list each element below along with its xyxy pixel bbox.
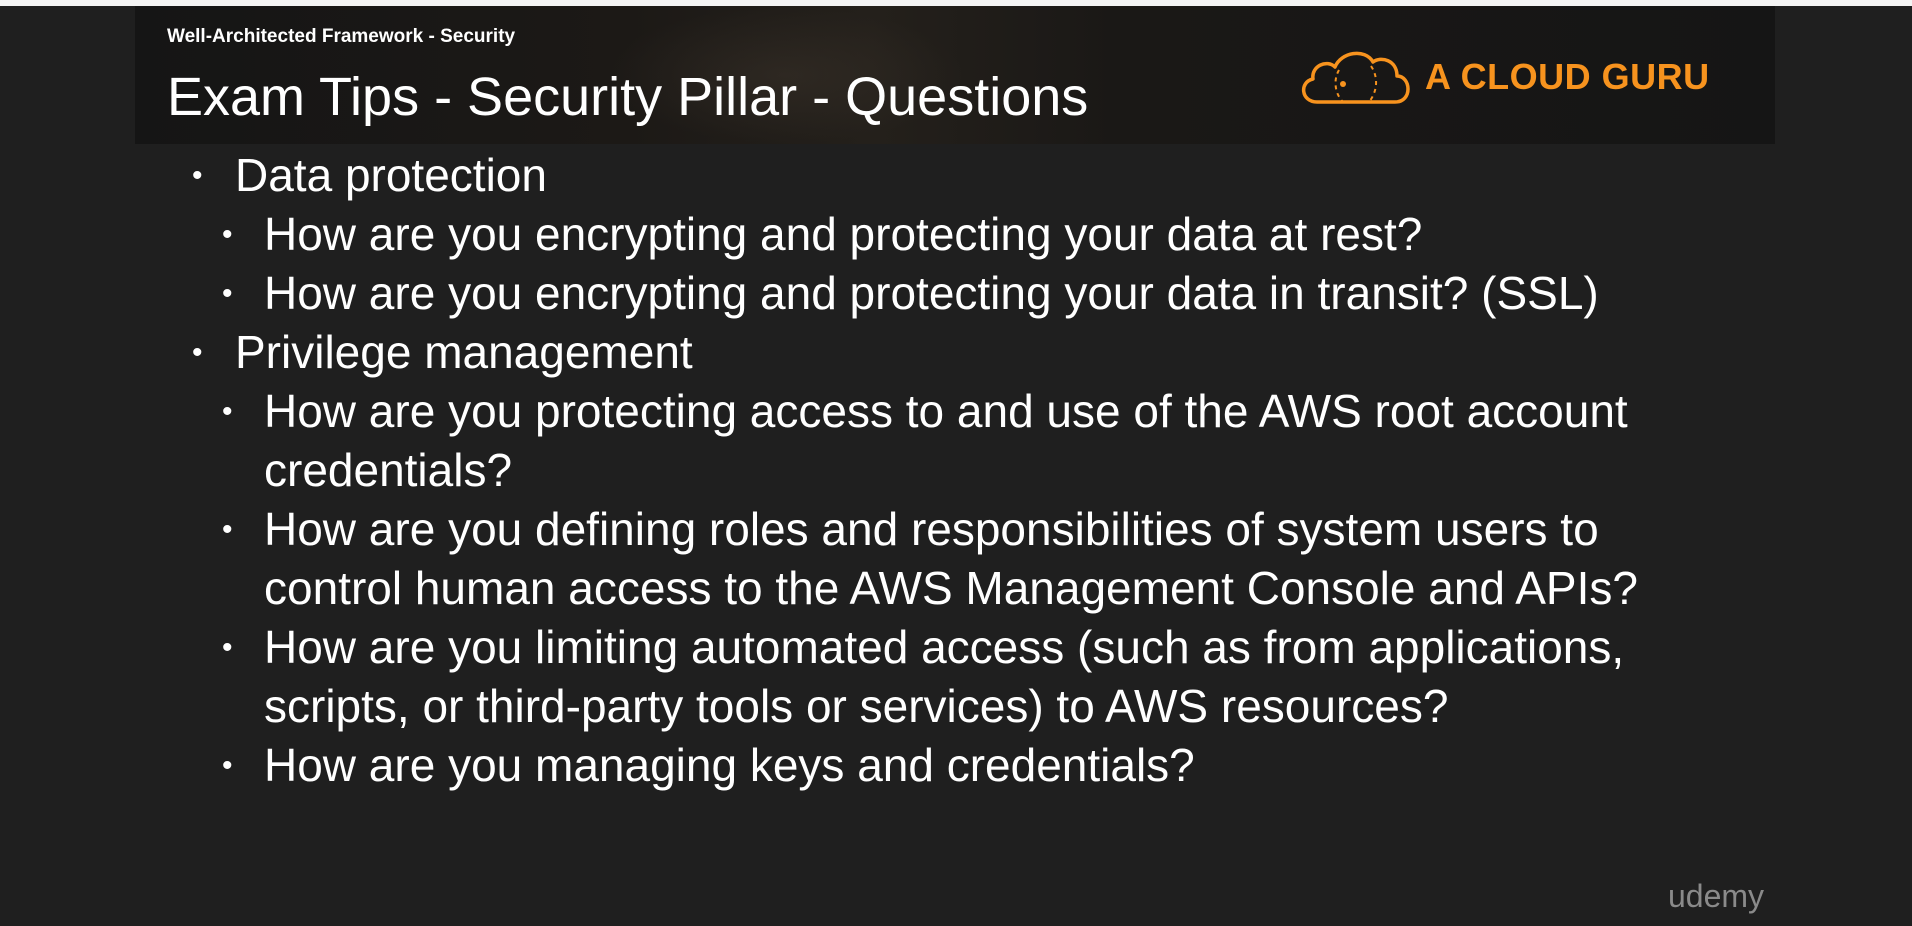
- bullet-text: How are you encrypting and protecting yo…: [264, 267, 1599, 319]
- bullet-dot: •: [222, 277, 233, 310]
- bullet-dot: •: [222, 218, 233, 251]
- sub-bullet-item: • How are you defining roles and respons…: [190, 500, 1744, 618]
- bullet-text: Privilege management: [235, 326, 693, 378]
- bullet-list: • Data protection • How are you encrypti…: [190, 146, 1750, 795]
- sub-bullet-item: • How are you limiting automated access …: [190, 618, 1684, 736]
- sub-bullet-item: • How are you managing keys and credenti…: [190, 736, 1750, 795]
- slide-header: Well-Architected Framework - Security Ex…: [135, 6, 1775, 144]
- slide-subtitle: Well-Architected Framework - Security: [167, 26, 516, 47]
- bullet-item-data-protection: • Data protection: [190, 146, 1750, 205]
- bullet-dot: •: [222, 631, 233, 664]
- sub-bullet-item: • How are you protecting access to and u…: [190, 382, 1744, 500]
- slide-title: Exam Tips - Security Pillar - Questions: [167, 67, 1089, 127]
- bullet-text: How are you encrypting and protecting yo…: [264, 208, 1423, 260]
- bullet-item-privilege-management: • Privilege management: [190, 323, 1750, 382]
- sub-bullet-item: • How are you encrypting and protecting …: [190, 205, 1750, 264]
- bullet-dot: •: [192, 159, 203, 192]
- cloud-logo-icon: [1302, 51, 1410, 104]
- sub-bullet-item: • How are you encrypting and protecting …: [190, 264, 1750, 323]
- bullet-dot: •: [222, 513, 233, 546]
- bullet-text: How are you managing keys and credential…: [264, 739, 1195, 791]
- brand-logo: A CLOUD GURU: [1295, 40, 1735, 120]
- udemy-watermark: udemy: [1668, 878, 1765, 914]
- bullet-dot: •: [222, 749, 233, 782]
- bullet-text: Data protection: [235, 149, 547, 201]
- bullet-dot: •: [192, 336, 203, 369]
- bullet-text: How are you protecting access to and use…: [264, 385, 1628, 496]
- brand-name: A CLOUD GURU: [1425, 56, 1710, 97]
- bullet-text: How are you limiting automated access (s…: [264, 621, 1625, 732]
- bullet-dot: •: [222, 395, 233, 428]
- bullet-text: How are you defining roles and responsib…: [264, 503, 1638, 614]
- slide-page: Well-Architected Framework - Security Ex…: [0, 0, 1912, 926]
